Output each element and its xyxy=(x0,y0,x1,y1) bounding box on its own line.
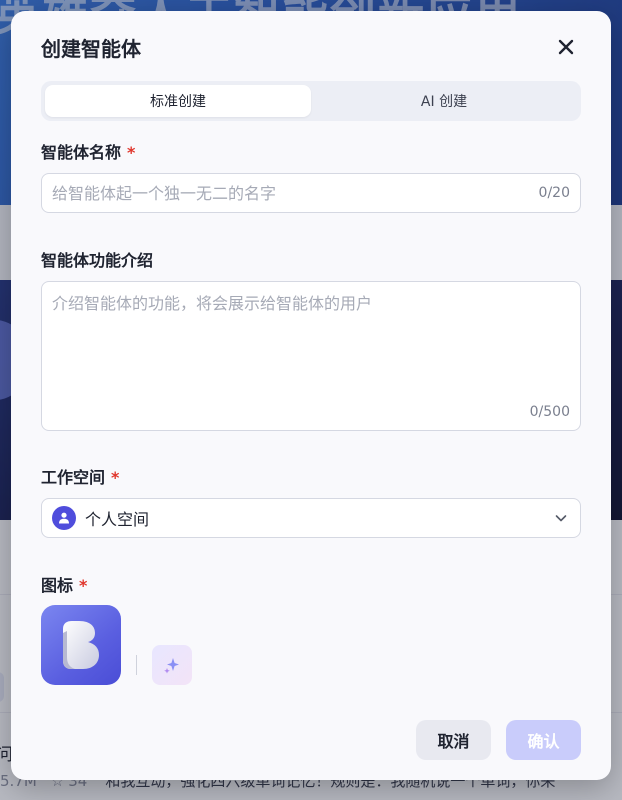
required-mark: * xyxy=(79,576,88,595)
ai-generate-icon-button[interactable] xyxy=(152,645,192,685)
tab-ai-create[interactable]: AI 创建 xyxy=(311,85,577,117)
agent-logo-icon xyxy=(63,621,99,669)
tab-standard-create[interactable]: 标准创建 xyxy=(45,85,311,117)
agent-description-input[interactable] xyxy=(52,290,570,390)
sparkle-icon xyxy=(164,658,179,674)
close-button[interactable] xyxy=(550,33,582,61)
icon-label: 图标 * xyxy=(41,572,87,596)
agent-description-counter: 0/500 xyxy=(529,404,570,420)
user-icon xyxy=(52,506,76,530)
agent-description-field: 0/500 xyxy=(41,281,581,431)
workspace-selected-value: 个人空间 xyxy=(85,510,150,529)
dialog-title: 创建智能体 xyxy=(41,37,141,61)
agent-description-label: 智能体功能介绍 xyxy=(41,247,153,271)
agent-description-label-text: 智能体功能介绍 xyxy=(41,251,154,270)
create-mode-tabs: 标准创建 AI 创建 xyxy=(41,81,581,121)
agent-avatar[interactable] xyxy=(41,605,121,685)
agent-name-input[interactable] xyxy=(52,183,530,203)
icon-divider xyxy=(136,655,137,675)
icon-label-text: 图标 xyxy=(41,576,74,595)
agent-name-label-text: 智能体名称 xyxy=(41,143,122,162)
close-icon xyxy=(558,39,574,55)
create-agent-dialog: 创建智能体 标准创建 AI 创建 智能体名称 * 0/20 智能体功能介绍 0/5… xyxy=(11,11,611,780)
agent-name-label: 智能体名称 * xyxy=(41,139,135,163)
chevron-down-icon xyxy=(555,515,567,522)
required-mark: * xyxy=(127,143,136,162)
agent-name-field: 0/20 xyxy=(41,173,581,213)
agent-name-counter: 0/20 xyxy=(538,185,570,201)
workspace-label: 工作空间 * xyxy=(41,464,119,488)
cancel-button[interactable]: 取消 xyxy=(416,720,491,760)
workspace-label-text: 工作空间 xyxy=(41,468,106,487)
required-mark: * xyxy=(111,468,120,487)
workspace-select[interactable]: 个人空间 xyxy=(41,498,581,538)
confirm-button[interactable]: 确认 xyxy=(506,720,581,760)
